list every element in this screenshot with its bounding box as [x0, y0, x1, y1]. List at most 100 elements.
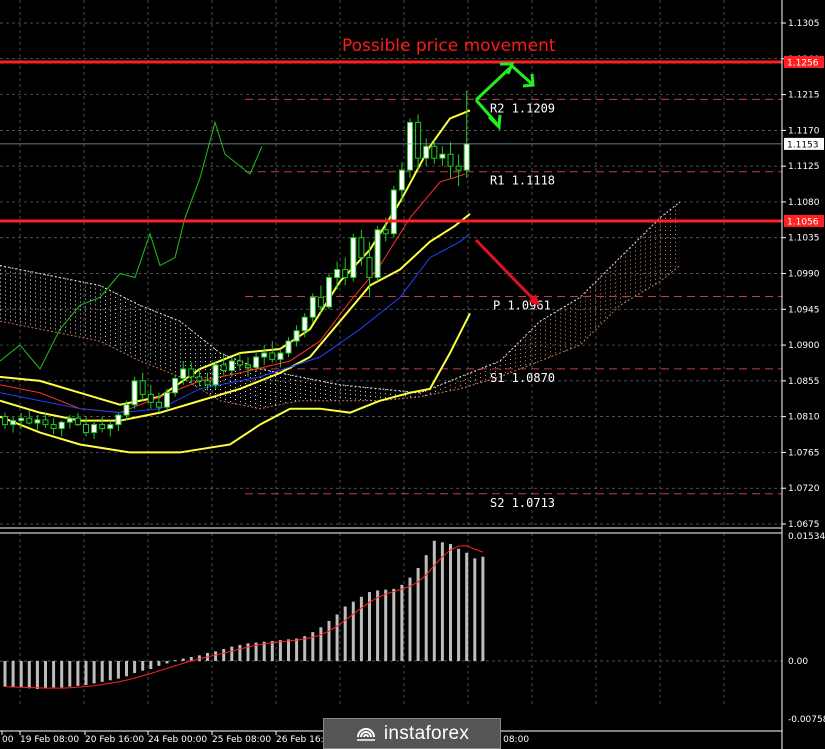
cloud-dot: [605, 280, 606, 282]
instaforex-logo-text: instaforex: [383, 722, 470, 744]
cloud-dot: [140, 345, 141, 347]
cloud-dot: [245, 402, 246, 404]
candle-body: [431, 145, 438, 159]
cloud-dot: [610, 287, 611, 289]
cloud-dot: [670, 245, 671, 247]
cloud-dot: [270, 378, 271, 380]
cloud-dot: [510, 359, 511, 361]
cloud-dot: [105, 299, 106, 301]
cloud-dot: [115, 304, 116, 306]
cloud-dot: [580, 301, 581, 303]
cloud-dot: [160, 325, 161, 327]
cloud-dot: [655, 270, 656, 272]
cloud-dot: [205, 389, 206, 391]
cloud-dot: [630, 267, 631, 269]
grid: [0, 0, 782, 705]
cloud-dot: [655, 238, 656, 240]
cloud-dot: [300, 392, 301, 394]
cloud-dot: [565, 330, 566, 332]
cloud-dot: [580, 333, 581, 335]
cloud-dot: [140, 349, 141, 351]
cloud-dot: [445, 386, 446, 388]
cloud-dot: [45, 306, 46, 308]
cloud-dot: [565, 338, 566, 340]
cloud-dot: [180, 341, 181, 343]
cloud-dot: [180, 357, 181, 359]
osc-bar: [424, 555, 428, 661]
cloud-dot: [590, 319, 591, 321]
osc-bar: [440, 542, 444, 661]
cloud-dot: [195, 365, 196, 367]
cloud-dot: [580, 313, 581, 315]
cloud-dot: [610, 279, 611, 281]
cloud-dot: [0, 293, 1, 295]
cloud-dot: [60, 325, 61, 327]
cloud-dot: [575, 316, 576, 318]
cloud-dot: [20, 301, 21, 303]
cloud-dot: [95, 288, 96, 290]
cloud-dot: [625, 268, 626, 270]
cloud-dot: [30, 299, 31, 301]
cloud-dot: [165, 335, 166, 337]
cloud-dot: [525, 364, 526, 366]
candle-body: [50, 424, 57, 430]
cloud-dot: [620, 281, 621, 283]
cloud-dot: [625, 284, 626, 286]
cloud-dot: [270, 370, 271, 372]
osc-bar: [238, 644, 242, 661]
cloud-dot: [155, 315, 156, 317]
cloud-dot: [130, 352, 131, 354]
cloud-dot: [80, 317, 81, 319]
cloud-dot: [670, 253, 671, 255]
cloud-dot: [15, 300, 16, 302]
cloud-dot: [505, 356, 506, 358]
candle-body: [277, 352, 284, 360]
cloud-dot: [145, 315, 146, 317]
cloud-dot: [410, 395, 411, 397]
cloud-dot: [165, 339, 166, 341]
cloud-dot: [205, 345, 206, 347]
cloud-dot: [655, 262, 656, 264]
cloud-dot: [590, 315, 591, 317]
cloud-dot: [55, 280, 56, 282]
cloud-dot: [605, 276, 606, 278]
cloud-dot: [255, 386, 256, 388]
cloud-dot: [265, 405, 266, 407]
cloud-dot: [345, 393, 346, 395]
cloud-dot: [5, 294, 6, 296]
cloud-dot: [290, 390, 291, 392]
cloud-dot: [235, 386, 236, 388]
axes: 1.13051.12601.12151.11701.11251.10801.10…: [0, 0, 825, 749]
cloud-dot: [230, 397, 231, 398]
cloud-dot: [185, 333, 186, 335]
cloud-dot: [665, 261, 666, 263]
cloud-dot: [645, 248, 646, 250]
cloud-dot: [170, 325, 171, 327]
cloud-dot: [270, 398, 271, 400]
cloud-dot: [125, 341, 126, 343]
price-tick-label: 1.1305: [788, 19, 820, 29]
cloud-dot: [265, 389, 266, 391]
cloud-dot: [150, 341, 151, 343]
cloud-dot: [595, 294, 596, 296]
cloud-dot: [25, 290, 26, 292]
cloud-dot: [315, 395, 316, 397]
cloud-dot: [645, 272, 646, 274]
cloud-dot: [595, 286, 596, 288]
cloud-dot: [160, 337, 161, 339]
cloud-dot: [640, 265, 641, 267]
candle-body: [2, 416, 8, 426]
cloud-dot: [160, 345, 161, 347]
instaforex-logo: instaforex: [323, 718, 501, 749]
cloud-dot: [300, 396, 301, 398]
cloud-dot: [85, 290, 86, 292]
osc-axis-label: 0.01534: [788, 532, 825, 542]
cloud-dot: [250, 392, 251, 394]
cloud-dot: [110, 314, 111, 316]
cloud-dot: [355, 394, 356, 396]
cloud-dot: [40, 321, 41, 323]
cloud-dot: [120, 343, 121, 345]
cloud-dot: [225, 355, 226, 357]
price-tick-label: 1.0855: [788, 377, 820, 387]
cloud-dot: [115, 300, 116, 302]
